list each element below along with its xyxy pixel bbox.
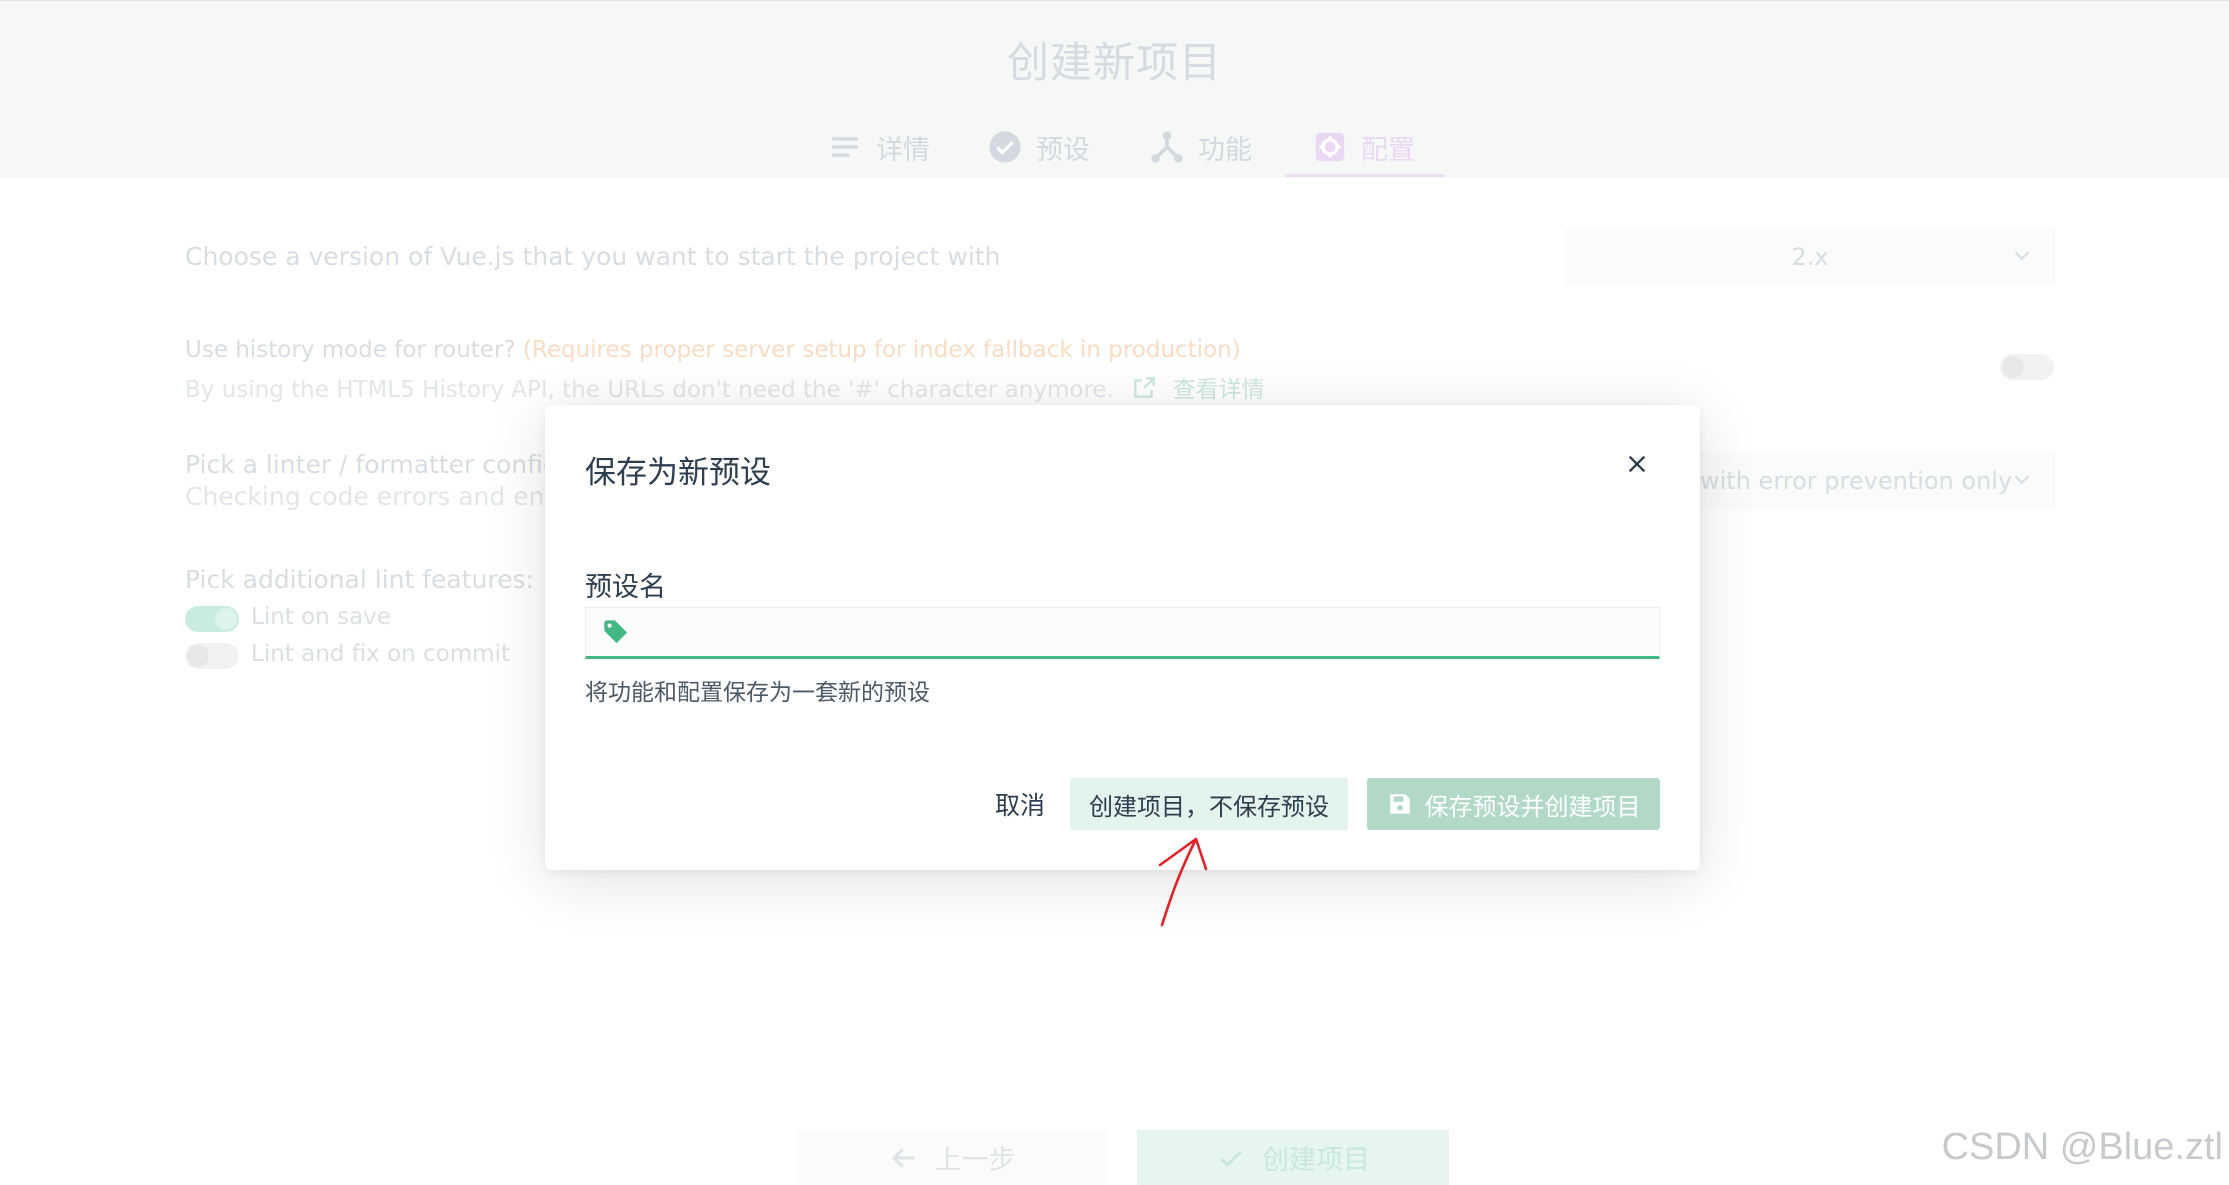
- red-arrow-annotation: [1158, 837, 1208, 927]
- tab-details[interactable]: 详情: [828, 119, 930, 175]
- check-icon: [1219, 1150, 1243, 1167]
- create-project-label: 创建项目: [1262, 1145, 1370, 1176]
- linter-value: with error prevention only: [1700, 467, 2013, 495]
- tab-details-label: 详情: [876, 134, 930, 166]
- tag-icon: [604, 620, 628, 644]
- save-preset-and-create-button[interactable]: 保存预设并创建项目: [1367, 778, 1660, 830]
- preset-name-hint: 将功能和配置保存为一套新的预设: [585, 680, 930, 706]
- preset-name-input[interactable]: [644, 608, 1648, 659]
- tab-preset[interactable]: 预设: [988, 119, 1090, 175]
- close-button[interactable]: [1623, 450, 1651, 478]
- linter-label: Pick a linter / formatter config:: [185, 450, 568, 479]
- close-icon: [1628, 455, 1646, 473]
- vue-version-label: Choose a version of Vue.js that you want…: [185, 242, 1001, 271]
- tab-features-label: 功能: [1198, 134, 1252, 166]
- vue-version-select[interactable]: 2.x: [1565, 228, 2055, 286]
- history-mode-title: Use history mode for router?: [185, 337, 516, 363]
- linter-description: Checking code errors and enfo: [185, 482, 569, 511]
- preset-name-label: 预设名: [585, 572, 666, 603]
- lint-on-save-toggle[interactable]: [185, 606, 239, 632]
- history-mode-label: Use history mode for router? (Requires p…: [185, 337, 1241, 363]
- lint-features-label: Pick additional lint features:: [185, 565, 534, 594]
- tab-features[interactable]: 功能: [1150, 119, 1252, 175]
- check-circle-icon: [989, 131, 1021, 163]
- save-preset-and-create-label: 保存预设并创建项目: [1424, 792, 1641, 821]
- arrow-left-icon: [891, 1147, 914, 1168]
- external-link-icon: [1134, 377, 1156, 398]
- wizard-steps: 详情 预设 功能 配置: [0, 119, 2229, 177]
- tab-config[interactable]: 配置: [1313, 119, 1415, 175]
- list-icon: [832, 137, 858, 157]
- chevron-down-icon: [2014, 251, 2030, 261]
- lint-on-save-label: Lint on save: [251, 604, 391, 630]
- lint-fix-commit-label: Lint and fix on commit: [251, 641, 510, 667]
- history-mode-description: By using the HTML5 History API, the URLs…: [185, 370, 1265, 404]
- cancel-button[interactable]: 取消: [965, 778, 1075, 830]
- active-tab-indicator: [1285, 174, 1445, 177]
- history-mode-desc-text: By using the HTML5 History API, the URLs…: [185, 377, 1114, 403]
- dialog-title: 保存为新预设: [585, 455, 771, 491]
- history-mode-toggle[interactable]: [2000, 354, 2054, 380]
- vue-version-value: 2.x: [1791, 243, 1829, 271]
- history-mode-warning: (Requires proper server setup for index …: [522, 337, 1241, 363]
- save-icon: [1389, 794, 1410, 814]
- page-title: 创建新项目: [1006, 38, 1222, 87]
- lint-fix-commit-toggle[interactable]: [185, 643, 239, 669]
- prev-step-button[interactable]: 上一步: [796, 1130, 1108, 1185]
- watermark: CSDN @Blue.ztl: [1941, 1126, 2223, 1168]
- branch-icon: [1151, 131, 1183, 163]
- wizard-header: 创建新项目 详情 预设 功能 配置: [0, 0, 2229, 178]
- settings-icon: [1315, 132, 1345, 162]
- create-without-saving-button[interactable]: 创建项目，不保存预设: [1070, 778, 1348, 830]
- save-preset-dialog: 保存为新预设 预设名 将功能和配置保存为一套新的预设 取消 创建项目，不保存预设…: [545, 405, 1700, 870]
- history-mode-link[interactable]: 查看详情: [1173, 377, 1265, 403]
- chevron-down-icon: [2014, 475, 2030, 485]
- create-project-button[interactable]: 创建项目: [1137, 1130, 1449, 1185]
- tab-config-label: 配置: [1361, 134, 1415, 166]
- preset-name-field: [585, 607, 1660, 659]
- prev-step-label: 上一步: [934, 1145, 1016, 1176]
- tab-preset-label: 预设: [1036, 134, 1090, 166]
